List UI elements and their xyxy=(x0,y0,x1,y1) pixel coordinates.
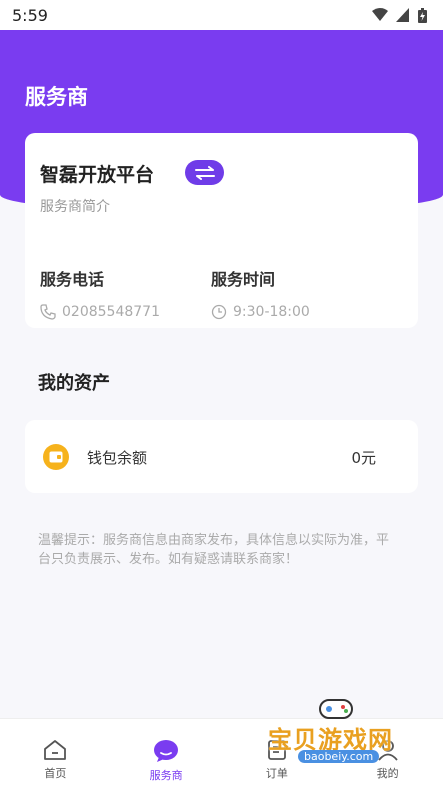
clock-icon xyxy=(211,304,227,320)
status-icons xyxy=(372,7,427,23)
tab-orders-label: 订单 xyxy=(265,767,288,780)
provider-intro[interactable]: 服务商简介 xyxy=(40,196,110,216)
service-phone-value-row[interactable]: 02085548771 xyxy=(40,304,160,320)
status-time: 5:59 xyxy=(12,5,48,25)
tab-home-label: 首页 xyxy=(44,767,67,780)
service-phone-label: 服务电话 xyxy=(40,270,105,289)
assets-title: 我的资产 xyxy=(38,373,110,394)
wallet-row[interactable]: 钱包余额 0元 xyxy=(25,420,418,493)
wifi-icon xyxy=(372,8,388,21)
service-phone: 服务电话 02085548771 xyxy=(40,266,160,320)
tip-text: 温馨提示：服务商信息由商家发布，具体信息以实际为准，平台只负责展示、发布。如有疑… xyxy=(38,533,390,567)
wallet-amount: 0元 xyxy=(351,449,376,467)
tab-home[interactable]: 首页 xyxy=(0,719,111,788)
wallet-label: 钱包余额 xyxy=(87,449,148,467)
status-bar: 5:59 xyxy=(0,0,443,30)
service-hours: 服务时间 9:30-18:00 xyxy=(211,266,310,320)
user-icon xyxy=(377,740,398,761)
tab-me[interactable]: 我的 xyxy=(332,719,443,788)
tab-me-label: 我的 xyxy=(376,767,399,780)
switch-provider-button[interactable] xyxy=(185,160,224,185)
service-phone-value: 02085548771 xyxy=(62,304,160,320)
swap-icon xyxy=(194,165,215,180)
provider-name: 智磊开放平台 xyxy=(40,164,155,186)
service-hours-label: 服务时间 xyxy=(211,270,276,289)
service-hours-value: 9:30-18:00 xyxy=(233,304,310,320)
tab-provider-label: 服务商 xyxy=(149,769,183,782)
bottom-tabbar: 首页 服务商 订单 我的 xyxy=(0,718,443,788)
provider-card: 智磊开放平台 服务商简介 服务电话 02085548771 服务时间 9:30-… xyxy=(25,133,418,328)
home-icon xyxy=(44,740,67,760)
chat-bubble-icon xyxy=(154,740,179,762)
tab-provider[interactable]: 服务商 xyxy=(111,719,222,788)
phone-icon xyxy=(40,304,56,320)
tab-orders[interactable]: 订单 xyxy=(222,719,333,788)
wallet-icon xyxy=(43,444,69,470)
battery-icon xyxy=(418,7,427,23)
service-hours-value-row: 9:30-18:00 xyxy=(211,304,310,320)
page-title: 服务商 xyxy=(25,85,88,109)
orders-icon xyxy=(267,740,286,760)
signal-icon xyxy=(396,8,409,22)
